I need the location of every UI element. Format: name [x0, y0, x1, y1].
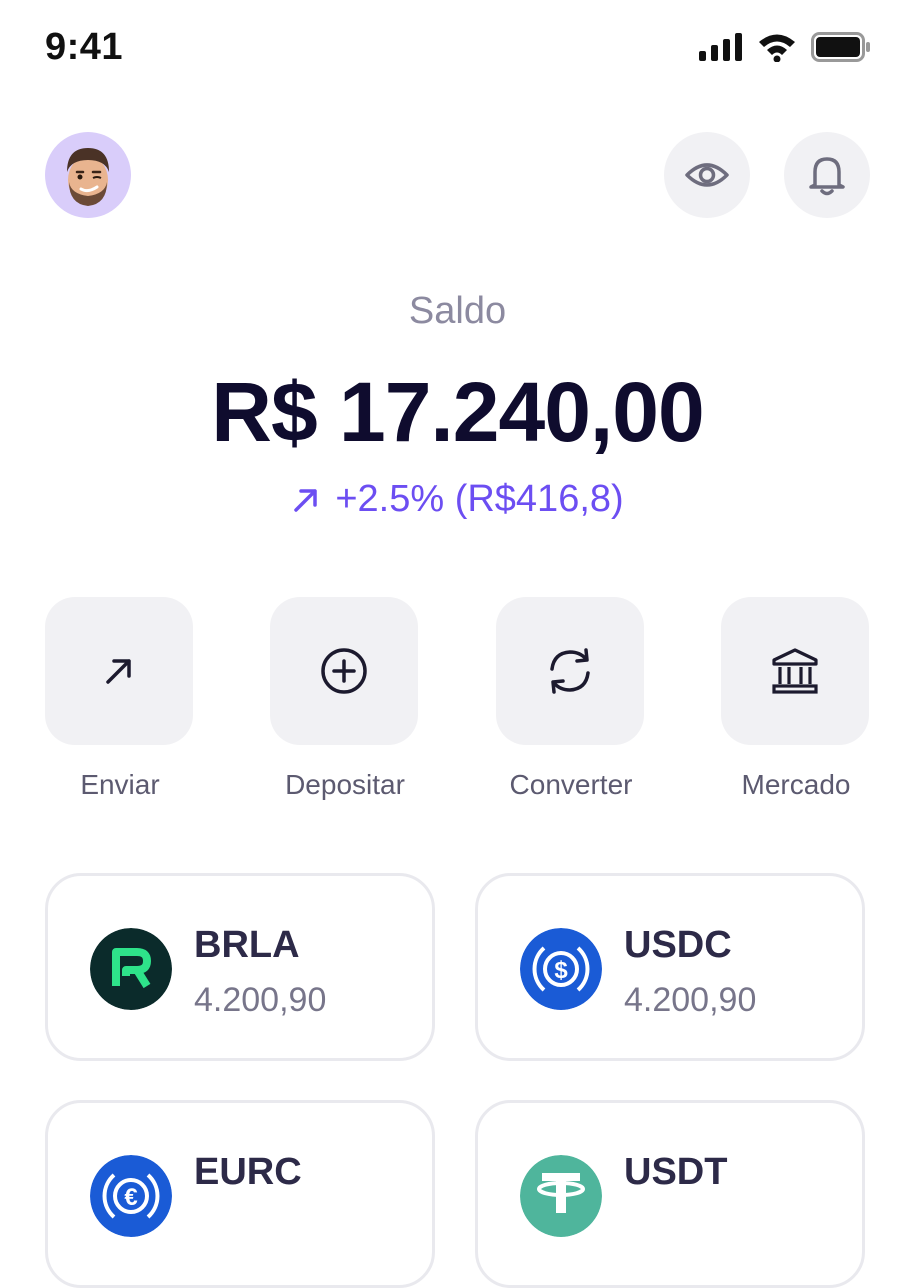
- balance-value: R$ 17.240,00: [211, 365, 704, 459]
- asset-name: EURC: [194, 1151, 302, 1193]
- avatar[interactable]: [45, 132, 131, 218]
- asset-card-usdt[interactable]: USDT: [475, 1100, 865, 1288]
- asset-card-brla[interactable]: BRLA 4.200,90: [45, 873, 435, 1061]
- asset-amount: 4.200,90: [194, 981, 327, 1019]
- brla-logo-icon: [90, 928, 172, 1010]
- wifi-icon: [759, 34, 795, 62]
- send-label: Enviar: [80, 769, 160, 800]
- asset-amount: 4.200,90: [624, 981, 757, 1019]
- battery-icon: [811, 32, 870, 62]
- notifications-button[interactable]: [784, 132, 870, 218]
- usdc-logo-icon: $: [520, 928, 602, 1010]
- market-label: Mercado: [741, 769, 851, 800]
- convert-label: Converter: [509, 769, 633, 800]
- refresh-icon: [550, 648, 590, 694]
- bank-icon: [772, 648, 818, 694]
- asset-name: BRLA: [194, 924, 300, 966]
- trend-up-arrow-icon: [294, 488, 318, 512]
- market-button[interactable]: [721, 597, 869, 745]
- svg-text:$: $: [554, 957, 568, 984]
- asset-name: USDT: [624, 1151, 728, 1193]
- deposit-label: Depositar: [285, 769, 405, 800]
- usdt-logo-icon: [520, 1155, 602, 1237]
- action-market[interactable]: Mercado: [721, 597, 871, 800]
- toggle-visibility-button[interactable]: [664, 132, 750, 218]
- eye-icon: [685, 163, 729, 187]
- asset-card-eurc[interactable]: € EURC: [45, 1100, 435, 1288]
- status-icons: [699, 32, 871, 62]
- asset-name: USDC: [624, 924, 732, 966]
- convert-button[interactable]: [496, 597, 644, 745]
- svg-text:€: €: [124, 1184, 137, 1211]
- balance-change-value: +2.5% (R$416,8): [335, 478, 624, 520]
- signal-icon: [699, 33, 742, 61]
- balance-change: +2.5% (R$416,8): [0, 478, 915, 521]
- action-send[interactable]: Enviar: [45, 597, 195, 800]
- arrow-up-right-icon: [106, 659, 131, 684]
- send-button[interactable]: [45, 597, 193, 745]
- balance-label: Saldo: [408, 290, 507, 332]
- deposit-button[interactable]: [270, 597, 418, 745]
- bell-icon: [809, 157, 845, 196]
- asset-card-usdc[interactable]: $ USDC 4.200,90: [475, 873, 865, 1061]
- eurc-logo-icon: €: [90, 1155, 172, 1237]
- avatar-memoji-icon: [67, 148, 109, 206]
- action-deposit[interactable]: Depositar: [270, 597, 420, 800]
- status-time: 9:41: [45, 26, 124, 68]
- plus-circle-icon: [321, 648, 367, 694]
- action-convert[interactable]: Converter: [496, 597, 646, 800]
